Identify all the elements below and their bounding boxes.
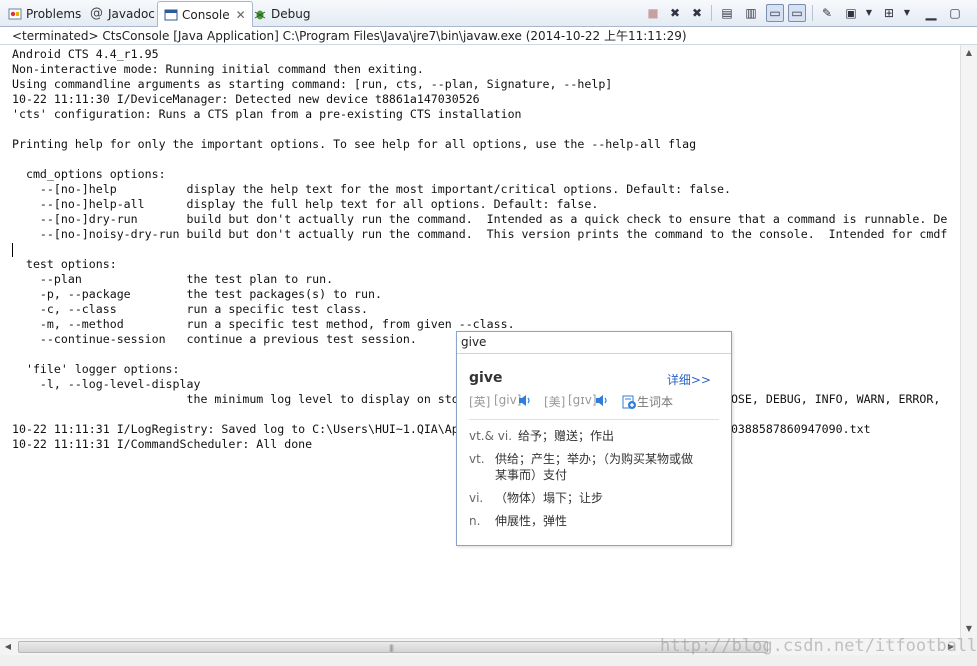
console-line: test options:	[12, 257, 117, 271]
debug-bug-icon	[254, 10, 266, 20]
definition-text: 伸展性，弹性	[495, 514, 568, 528]
pin-console-icon[interactable]: ✎	[818, 4, 836, 22]
tab-javadoc-label: Javadoc	[108, 7, 155, 21]
view-tab-bar: Problems @ Javadoc Console ✕ Debug ■ ✖ ✖…	[0, 0, 977, 27]
console-line: -m, --method run a specific test method,…	[12, 317, 515, 331]
definition-pos: vi.	[469, 491, 484, 505]
at-icon: @	[90, 6, 103, 21]
process-status: <terminated> CtsConsole [Java Applicatio…	[0, 27, 977, 45]
console-line: 'cts' configuration: Runs a CTS plan fro…	[12, 107, 522, 121]
watermark: http://blog.csdn.net/itfootball	[660, 636, 977, 656]
chevron-down-icon[interactable]: ▼	[898, 4, 916, 22]
remove-all-terminated-icon[interactable]: ✖	[688, 4, 706, 22]
console-line: 10-22 11:11:31 I/LogRegistry: Saved log …	[12, 422, 871, 436]
speaker-icon[interactable]	[595, 394, 609, 407]
console-line: --[no-]noisy-dry-run build but don't act…	[12, 227, 948, 241]
scroll-lock-icon[interactable]: ▥	[742, 4, 760, 22]
show-on-stdout-icon[interactable]: ▭	[766, 4, 784, 22]
definition-row: vt.& vi. 给予；赠送；作出	[469, 428, 614, 444]
definition-text: 给予；赠送；作出	[518, 429, 615, 443]
us-phonetic: [gɪv]	[568, 393, 597, 407]
definition-pos: n.	[469, 514, 481, 528]
console-line: --continue-session continue a previous t…	[12, 332, 417, 346]
uk-label: [英]	[469, 395, 491, 409]
show-on-stderr-icon[interactable]: ▭	[788, 4, 806, 22]
console-line: --[no-]help-all display the full help te…	[12, 197, 599, 211]
add-to-wordbook-label: 生词本	[637, 395, 674, 409]
dictionary-headword: give	[469, 370, 503, 386]
definition-pos: vt.& vi.	[469, 429, 513, 443]
console-line: 'file' logger options:	[12, 362, 180, 376]
definition-pos: vt.	[469, 452, 485, 466]
display-console-icon[interactable]: ▣	[842, 4, 860, 22]
dictionary-query-input[interactable]: give	[457, 332, 731, 354]
wordbook-plus-icon	[622, 395, 636, 409]
minimize-icon[interactable]: ▁	[922, 4, 940, 22]
console-line: cmd_options options:	[12, 167, 166, 181]
console-line: -l, --log-level-display	[12, 377, 201, 391]
tab-problems-label: Problems	[26, 7, 82, 21]
chevron-down-icon[interactable]: ▼	[860, 4, 878, 22]
horizontal-scroll-thumb[interactable]: |||	[18, 641, 768, 653]
remove-launch-icon[interactable]: ✖	[666, 4, 684, 22]
console-line: --[no-]dry-run build but don't actually …	[12, 212, 948, 226]
console-line: -p, --package the test packages(s) to ru…	[12, 287, 382, 301]
problems-icon	[8, 8, 22, 20]
tab-debug-label: Debug	[271, 7, 311, 21]
console-line: -c, --class run a specific test class.	[12, 302, 368, 316]
tab-problems[interactable]: Problems	[8, 2, 81, 26]
terminate-icon[interactable]: ■	[644, 4, 662, 22]
definition-row: n. 伸展性，弹性	[469, 513, 567, 529]
scroll-down-icon[interactable]: ▼	[961, 621, 977, 637]
console-line: Using commandline arguments as starting …	[12, 77, 613, 91]
maximize-icon[interactable]: ▢	[946, 4, 964, 22]
console-line: Non-interactive mode: Running initial co…	[12, 62, 424, 76]
console-line: 10-22 11:11:31 I/CommandScheduler: All d…	[12, 437, 313, 451]
definition-text: （物体）塌下；让步	[495, 491, 604, 505]
console-icon	[164, 9, 178, 20]
details-link[interactable]: 详细>>	[667, 371, 711, 388]
tab-debug[interactable]: Debug	[253, 2, 310, 26]
us-label: [美]	[544, 395, 566, 409]
close-icon[interactable]: ✕	[236, 4, 246, 26]
scroll-up-icon[interactable]: ▲	[961, 45, 977, 61]
vertical-scrollbar[interactable]: ▲ ▼	[960, 45, 977, 638]
console-line: --[no-]help display the help text for th…	[12, 182, 731, 196]
definition-row: vt. 供给；产生；举办；（为购买某物或做某事而）支付	[469, 451, 695, 483]
speaker-icon[interactable]	[518, 394, 532, 407]
clear-console-icon[interactable]: ▤	[718, 4, 736, 22]
dictionary-popup: give give 详细>> [英] [giv] [美] [gɪv] 生词本 v…	[456, 331, 732, 546]
text-caret	[12, 243, 13, 257]
add-to-wordbook-button[interactable]: 生词本	[621, 393, 673, 410]
console-line: Android CTS 4.4_r1.95	[12, 47, 159, 61]
console-line: 10-22 11:11:30 I/DeviceManager: Detected…	[12, 92, 480, 106]
console-line: --plan the test plan to run.	[12, 272, 334, 286]
definition-text: 供给；产生；举办；（为购买某物或做某事而）支付	[495, 452, 694, 482]
open-console-icon[interactable]: ⊞	[880, 4, 898, 22]
scroll-left-icon[interactable]: ◀	[0, 639, 16, 655]
console-line: Printing help for only the important opt…	[12, 137, 697, 151]
tab-console-label: Console	[182, 7, 230, 22]
definition-row: vi. （物体）塌下；让步	[469, 490, 603, 506]
tab-javadoc[interactable]: @ Javadoc	[90, 2, 155, 26]
tab-console[interactable]: Console ✕	[157, 1, 253, 27]
